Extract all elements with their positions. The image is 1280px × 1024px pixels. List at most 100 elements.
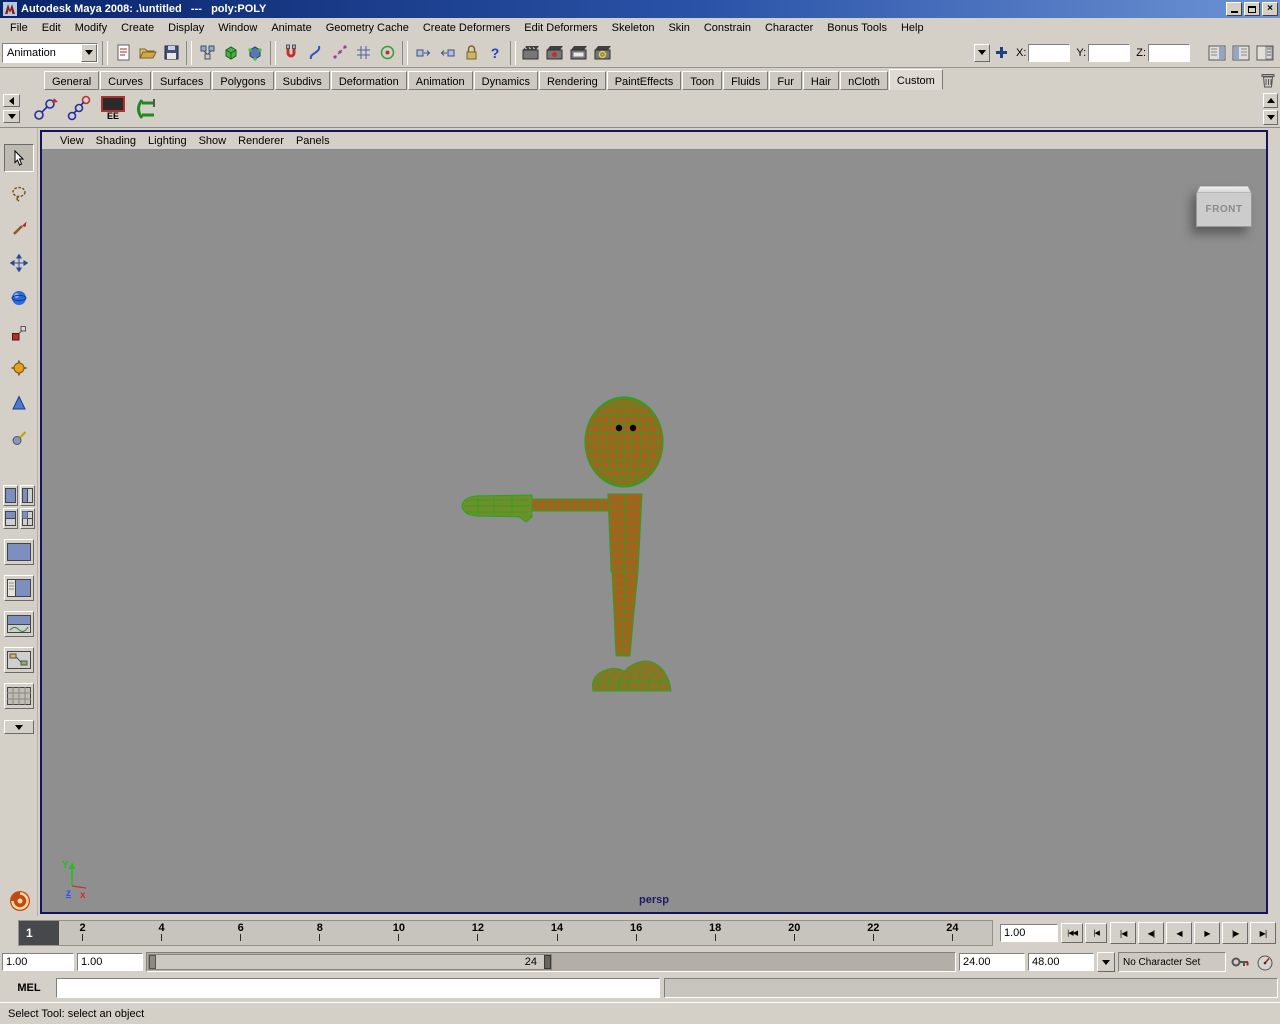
universal-manipulator-tool-button[interactable]: [4, 354, 34, 382]
mel-input[interactable]: [56, 978, 660, 998]
y-input[interactable]: [1088, 43, 1131, 62]
shelf-item-clamp[interactable]: [130, 92, 164, 126]
character-model[interactable]: [42, 150, 1266, 912]
menu-item-skeleton[interactable]: Skeleton: [605, 19, 662, 37]
shelf-menu-button[interactable]: [3, 94, 20, 107]
render-view-icon[interactable]: [520, 42, 542, 64]
shelf-tab-dynamics[interactable]: Dynamics: [473, 71, 538, 90]
shelf-tab-surfaces[interactable]: Surfaces: [151, 71, 212, 90]
shelf-scroll-up-button[interactable]: [1263, 92, 1278, 108]
select-component-icon[interactable]: [244, 42, 266, 64]
snap-curve-icon[interactable]: [304, 42, 326, 64]
transport-button[interactable]: ◀|: [1138, 922, 1164, 944]
shelf-tab-subdivs[interactable]: Subdivs: [274, 71, 330, 90]
snap-plane-icon[interactable]: [352, 42, 374, 64]
viewcube-front-face[interactable]: FRONT: [1196, 193, 1252, 227]
separator[interactable]: [510, 40, 516, 65]
panel-menu-panels[interactable]: Panels: [290, 133, 336, 149]
menu-item-edit-deformers[interactable]: Edit Deformers: [517, 19, 604, 37]
shelf-tab-custom[interactable]: Custom: [888, 69, 943, 90]
restore-button[interactable]: [1244, 2, 1260, 16]
shelf-options-button[interactable]: [3, 110, 20, 123]
input-connections-icon[interactable]: [412, 42, 434, 64]
shelf-tab-ncloth[interactable]: nCloth: [840, 71, 888, 90]
menu-set-dropdown-arrow[interactable]: [81, 43, 97, 62]
layout-uv-editor-button[interactable]: [3, 683, 34, 709]
soft-mod-tool-button[interactable]: [4, 389, 34, 417]
playback-end-input[interactable]: [959, 953, 1025, 971]
scale-tool-button[interactable]: [4, 319, 34, 347]
timeline-ruler[interactable]: 1 2 4 6 8 10 12 14 16 18 20 22 24: [18, 920, 993, 946]
step-key-button[interactable]: |◀: [1085, 923, 1107, 943]
quick-layout-four-pane-button[interactable]: [19, 508, 35, 529]
shelf-item-joint-tool[interactable]: [62, 92, 96, 126]
separator[interactable]: [102, 40, 108, 65]
shelf-tab-painteffects[interactable]: PaintEffects: [606, 71, 682, 90]
quick-layout-single-button[interactable]: [2, 485, 18, 506]
viewcube[interactable]: FRONT: [1196, 180, 1252, 228]
panel-menu-lighting[interactable]: Lighting: [142, 133, 193, 149]
viewcube-top-face[interactable]: [1196, 186, 1252, 193]
shelf-tab-animation[interactable]: Animation: [407, 71, 473, 90]
shelf-tab-fluids[interactable]: Fluids: [723, 71, 769, 90]
playback-start-input[interactable]: [77, 953, 143, 971]
quick-layout-two-pane-button[interactable]: [19, 485, 35, 506]
shelf-tab-polygons[interactable]: Polygons: [212, 71, 274, 90]
snap-point-icon[interactable]: [328, 42, 350, 64]
animation-start-input[interactable]: [2, 953, 74, 971]
absolute-relative-icon[interactable]: [992, 42, 1010, 64]
range-end-handle[interactable]: [544, 955, 551, 969]
question-mark-icon[interactable]: ?: [484, 42, 506, 64]
ipr-render-icon[interactable]: [568, 42, 590, 64]
shelf-tab-general[interactable]: General: [44, 71, 100, 90]
transport-button[interactable]: |◀: [1110, 922, 1136, 944]
layout-more-button[interactable]: [3, 720, 34, 734]
x-input[interactable]: [1028, 43, 1071, 62]
move-tool-button[interactable]: [4, 249, 34, 277]
menu-item-edit[interactable]: Edit: [35, 19, 68, 37]
range-start-handle[interactable]: [149, 955, 156, 969]
menu-item-modify[interactable]: Modify: [68, 19, 114, 37]
layout-persp-button[interactable]: [3, 539, 34, 565]
separator[interactable]: [402, 40, 408, 65]
render-settings-icon[interactable]: [592, 42, 614, 64]
field-entry-mode-dropdown[interactable]: [974, 43, 991, 62]
z-input[interactable]: [1148, 43, 1190, 62]
menu-item-create-deformers[interactable]: Create Deformers: [416, 19, 517, 37]
transport-button[interactable]: ◀: [1166, 922, 1192, 944]
animation-preferences-icon[interactable]: [1254, 952, 1276, 972]
layout-hypergraph-button[interactable]: [3, 647, 34, 673]
select-hierarchy-icon[interactable]: [196, 42, 218, 64]
quick-layout-stacked-button[interactable]: [2, 508, 18, 529]
panel-menu-renderer[interactable]: Renderer: [232, 133, 290, 149]
show-attribute-editor-icon[interactable]: [1206, 42, 1228, 64]
menu-item-display[interactable]: Display: [161, 19, 211, 37]
minimize-button[interactable]: [1226, 2, 1242, 16]
render-current-frame-icon[interactable]: [544, 42, 566, 64]
menu-set-selector[interactable]: Animation: [2, 42, 98, 63]
menu-item-animate[interactable]: Animate: [264, 19, 318, 37]
new-scene-icon[interactable]: [112, 42, 134, 64]
select-object-icon[interactable]: [220, 42, 242, 64]
make-live-icon[interactable]: [376, 42, 398, 64]
shelf-tab-deformation[interactable]: Deformation: [330, 71, 407, 90]
snap-grid-icon[interactable]: [280, 42, 302, 64]
select-tool-button[interactable]: [3, 144, 34, 172]
menu-item-file[interactable]: File: [3, 19, 35, 37]
shelf-tab-curves[interactable]: Curves: [100, 71, 151, 90]
layout-persp-outliner-button[interactable]: [3, 575, 34, 601]
save-scene-icon[interactable]: [160, 42, 182, 64]
current-time-input[interactable]: [1000, 924, 1058, 942]
lasso-tool-button[interactable]: [4, 179, 34, 207]
close-button[interactable]: ×: [1262, 2, 1278, 16]
shelf-item-ik-handle-tool[interactable]: [28, 92, 62, 126]
transport-button[interactable]: ▶: [1194, 922, 1220, 944]
brush-swirl-icon[interactable]: [8, 890, 30, 912]
separator[interactable]: [186, 40, 192, 65]
menu-item-geometry-cache[interactable]: Geometry Cache: [319, 19, 416, 37]
shelf-tab-toon[interactable]: Toon: [682, 71, 723, 90]
panel-menu-view[interactable]: View: [54, 133, 90, 149]
menu-item-bonus-tools[interactable]: Bonus Tools: [820, 19, 894, 37]
panel-menu-show[interactable]: Show: [193, 133, 233, 149]
output-connections-icon[interactable]: [436, 42, 458, 64]
